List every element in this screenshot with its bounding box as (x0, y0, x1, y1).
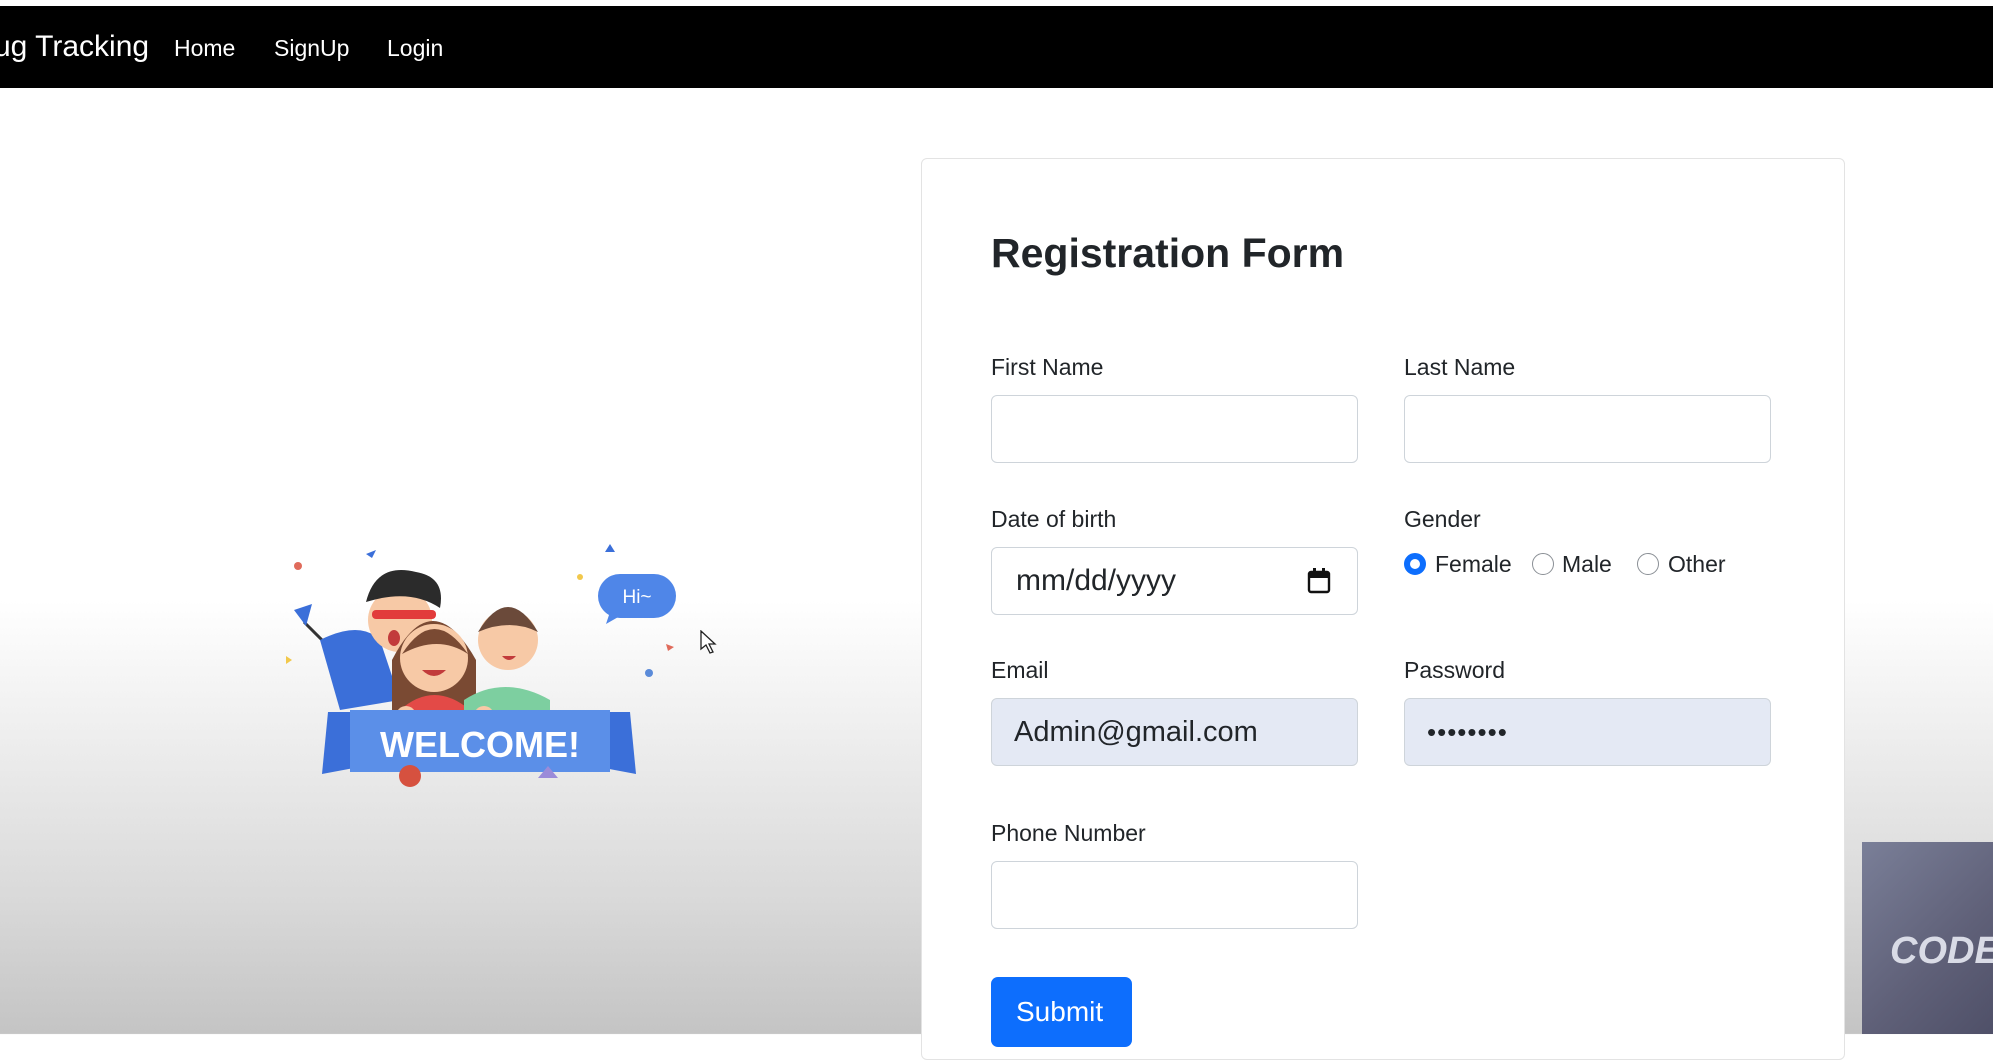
gender-other-label[interactable]: Other (1668, 551, 1726, 578)
dob-placeholder: mm/dd/yyyy (1016, 564, 1177, 597)
bubble-text: Hi~ (622, 587, 651, 608)
gender-other-radio[interactable] (1637, 553, 1659, 575)
calendar-icon[interactable] (1307, 568, 1331, 594)
password-label: Password (1404, 657, 1505, 683)
gender-label: Gender (1404, 506, 1481, 532)
phone-label: Phone Number (991, 820, 1146, 846)
submit-button[interactable]: Submit (991, 977, 1132, 1047)
watermark-text: CODE (1890, 930, 1993, 972)
last-name-input[interactable] (1404, 395, 1771, 463)
email-label: Email (991, 657, 1049, 683)
password-input[interactable] (1404, 698, 1771, 766)
nav-link-home[interactable]: Home (174, 35, 235, 62)
first-name-label: First Name (991, 354, 1104, 380)
welcome-banner-text: WELCOME! (380, 724, 580, 765)
gender-female-radio[interactable] (1404, 553, 1426, 575)
watermark-overlay: CODE (1862, 842, 1993, 1034)
last-name-label: Last Name (1404, 354, 1516, 380)
navbar-brand[interactable]: ug Tracking (0, 30, 149, 64)
gender-male-label[interactable]: Male (1562, 551, 1612, 578)
gender-female-label[interactable]: Female (1435, 551, 1512, 578)
nav-link-signup[interactable]: SignUp (274, 35, 349, 62)
navbar: ug Tracking Home SignUp Login (0, 6, 1993, 88)
phone-input[interactable] (991, 861, 1358, 929)
dob-label: Date of birth (991, 506, 1117, 532)
nav-link-login[interactable]: Login (387, 35, 443, 62)
mouse-cursor-icon (700, 630, 717, 654)
welcome-illustration: Hi~ WELCOME! (286, 544, 676, 787)
gender-male-radio[interactable] (1532, 553, 1554, 575)
first-name-input[interactable] (991, 395, 1358, 463)
email-input[interactable] (991, 698, 1358, 766)
page-title: Registration Form (991, 230, 1345, 276)
